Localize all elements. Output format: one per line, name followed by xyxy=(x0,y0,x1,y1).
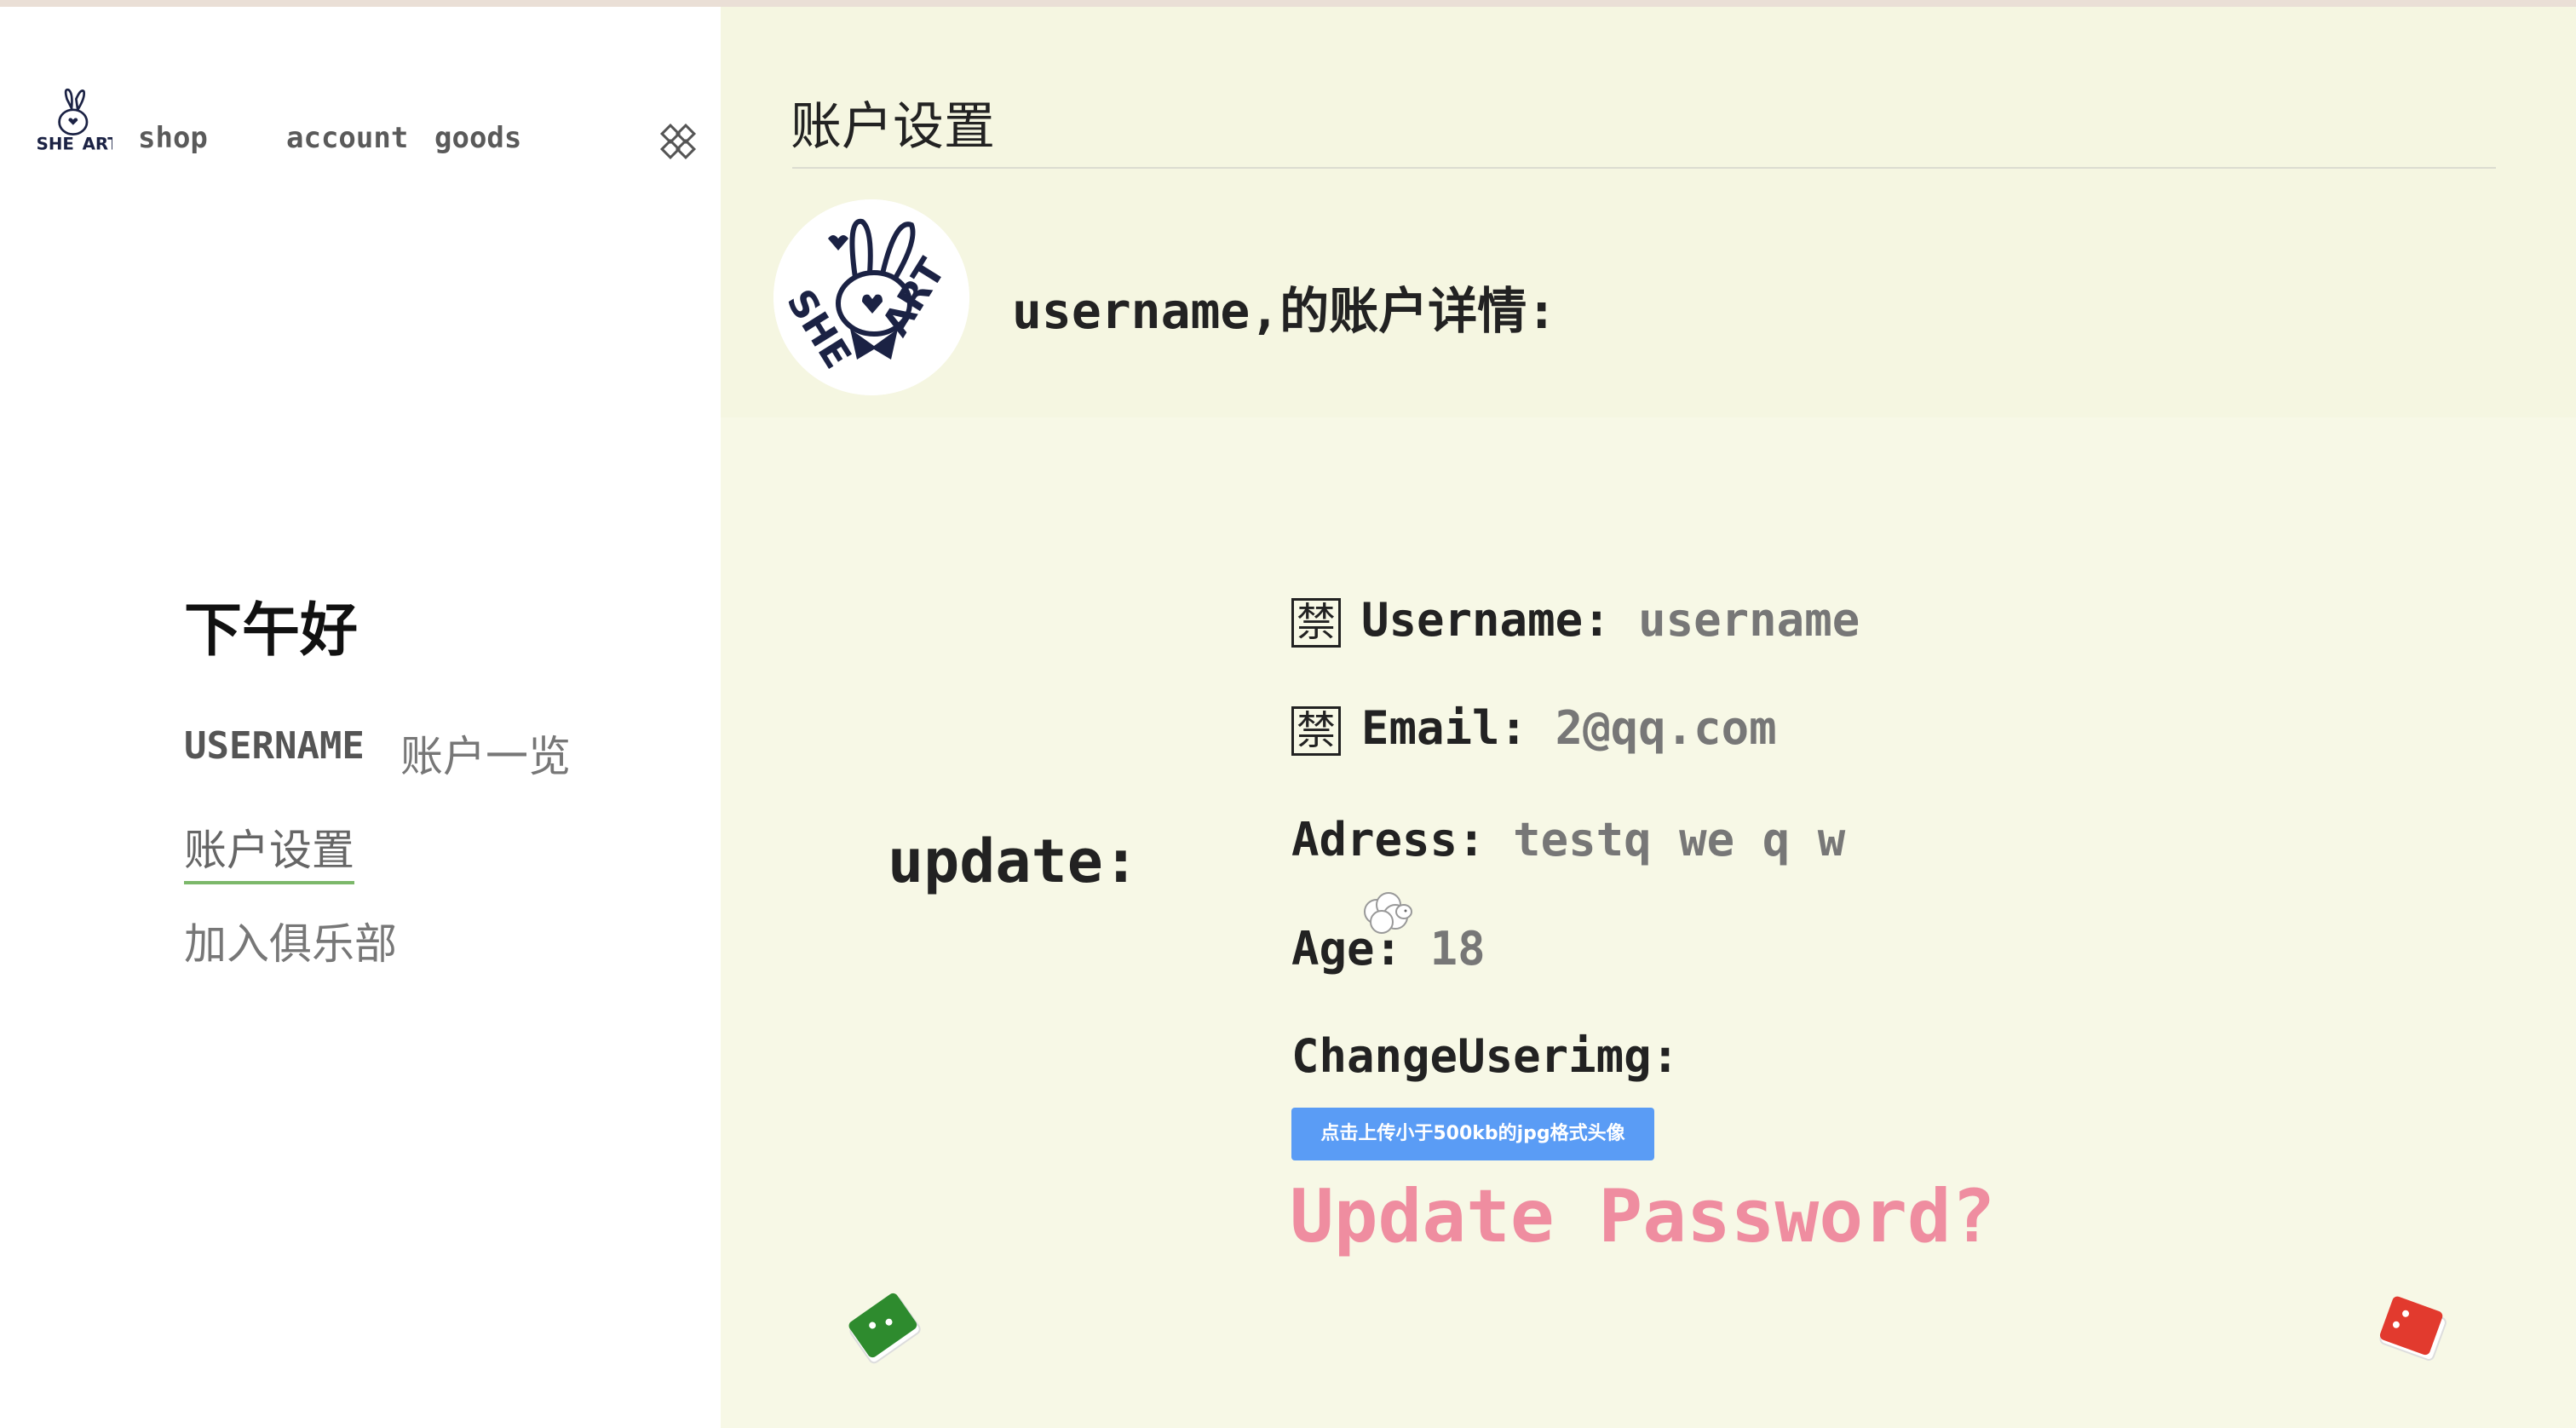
sheart-logo[interactable]: SHE ART xyxy=(31,85,112,162)
upload-avatar-button[interactable]: 点击上传小于500kb的jpg格式头像 xyxy=(1291,1108,1654,1160)
username-value: username xyxy=(1638,593,1860,647)
logo-lettering: SHE xyxy=(37,135,74,154)
greeting-text: 下午好 xyxy=(184,597,359,665)
green-book-icon xyxy=(848,1293,921,1364)
menu-account-overview[interactable]: 账户一览 xyxy=(400,723,571,784)
avatar[interactable]: SHE ART xyxy=(773,199,969,395)
forbid-icon: 禁 xyxy=(1291,706,1341,757)
address-row[interactable]: Adress: testq we q w xyxy=(1291,813,1845,867)
main-panel: 账户设置 SHE ART username,的账户详情: update: 禁 Us… xyxy=(721,7,2576,1428)
sidebar-username: USERNAME xyxy=(184,724,365,768)
age-value[interactable]: 18 xyxy=(1430,922,1486,976)
page-title: 账户设置 xyxy=(791,97,995,157)
menu-join-club[interactable]: 加入俱乐部 xyxy=(184,910,397,971)
sheep-cursor-icon xyxy=(1364,892,1412,934)
account-heading: username,的账户详情: xyxy=(1012,282,1557,340)
username-row: 禁 Username: username xyxy=(1291,593,1860,648)
red-book-icon xyxy=(2379,1296,2447,1361)
update-password-link[interactable]: Update Password? xyxy=(1290,1174,1995,1259)
nav-account[interactable]: account xyxy=(286,121,408,155)
collapse-icon[interactable] xyxy=(658,121,699,162)
nav-shop[interactable]: shop xyxy=(138,121,208,155)
email-value: 2@qq.com xyxy=(1555,701,1777,755)
svg-text:ART: ART xyxy=(83,135,112,154)
address-value[interactable]: testq we q w xyxy=(1513,813,1845,867)
top-border xyxy=(0,0,2576,7)
forbid-icon: 禁 xyxy=(1291,598,1341,648)
update-label: update: xyxy=(888,826,1140,896)
username-label: Username: xyxy=(1361,593,1611,647)
address-label: Adress: xyxy=(1291,813,1486,867)
nav-goods[interactable]: goods xyxy=(434,121,521,155)
email-label: Email: xyxy=(1361,701,1528,755)
change-img-label: ChangeUserimg: xyxy=(1291,1029,1680,1083)
divider xyxy=(792,167,2496,169)
change-img-row: ChangeUserimg: xyxy=(1291,1029,1679,1083)
menu-account-settings[interactable]: 账户设置 xyxy=(184,816,354,884)
email-row: 禁 Email: 2@qq.com xyxy=(1291,701,1777,757)
account-header: 账户设置 SHE ART username,的账户详情: xyxy=(721,7,2576,417)
sidebar: SHE ART shop account goods 下午好 USERNAME … xyxy=(0,7,721,1428)
